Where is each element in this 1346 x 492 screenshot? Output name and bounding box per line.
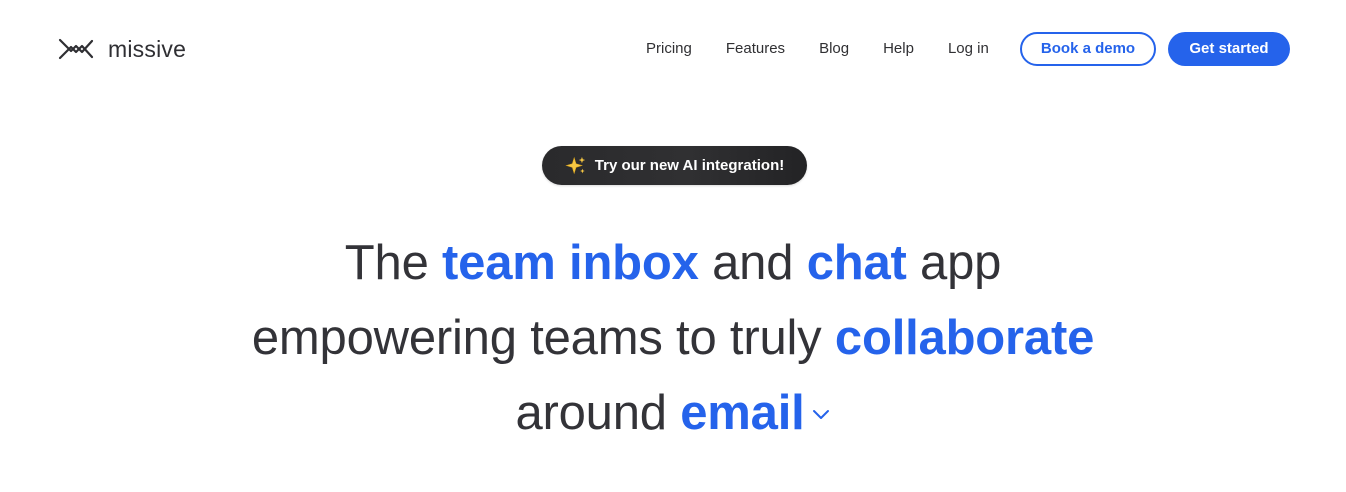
top-navigation: missive Pricing Features Blog Help Log i… bbox=[0, 0, 1346, 98]
chevron-down-icon bbox=[812, 409, 829, 419]
ai-integration-pill[interactable]: Try our new AI integration! bbox=[542, 146, 807, 185]
sparkles-icon bbox=[565, 156, 585, 174]
hero-text: around bbox=[515, 386, 681, 440]
book-demo-button[interactable]: Book a demo bbox=[1020, 32, 1156, 66]
hero-text: The bbox=[344, 236, 443, 290]
nav-link-login[interactable]: Log in bbox=[948, 38, 989, 60]
nav-link-pricing[interactable]: Pricing bbox=[646, 38, 692, 60]
hero-accent-chat: chat bbox=[806, 236, 907, 290]
hero-accent-email: email bbox=[680, 386, 805, 440]
hero-text: app bbox=[906, 236, 1002, 290]
hero-accent-collaborate: collaborate bbox=[834, 311, 1095, 365]
hero-line-1: The team inbox and chat app bbox=[0, 226, 1346, 301]
brand-name: missive bbox=[108, 35, 187, 62]
hero-line-2: empowering teams to truly collaborate bbox=[0, 301, 1346, 376]
hero-headline: The team inbox and chat app empowering t… bbox=[0, 226, 1346, 451]
nav-link-blog[interactable]: Blog bbox=[819, 38, 849, 60]
get-started-button[interactable]: Get started bbox=[1168, 32, 1290, 66]
ai-integration-label: Try our new AI integration! bbox=[594, 157, 785, 174]
logo-link[interactable]: missive bbox=[58, 34, 186, 64]
hero-line-3: around email bbox=[0, 376, 1346, 451]
hero-text: empowering teams to truly bbox=[251, 311, 835, 365]
hero-accent-team-inbox: team inbox bbox=[442, 236, 699, 290]
hero-text: and bbox=[698, 236, 807, 290]
nav-link-features[interactable]: Features bbox=[726, 38, 785, 60]
missive-logo-icon bbox=[58, 38, 94, 60]
nav-links: Pricing Features Blog Help Log in bbox=[646, 38, 989, 60]
channel-dropdown[interactable]: email bbox=[680, 376, 830, 451]
nav-link-help[interactable]: Help bbox=[883, 38, 914, 60]
